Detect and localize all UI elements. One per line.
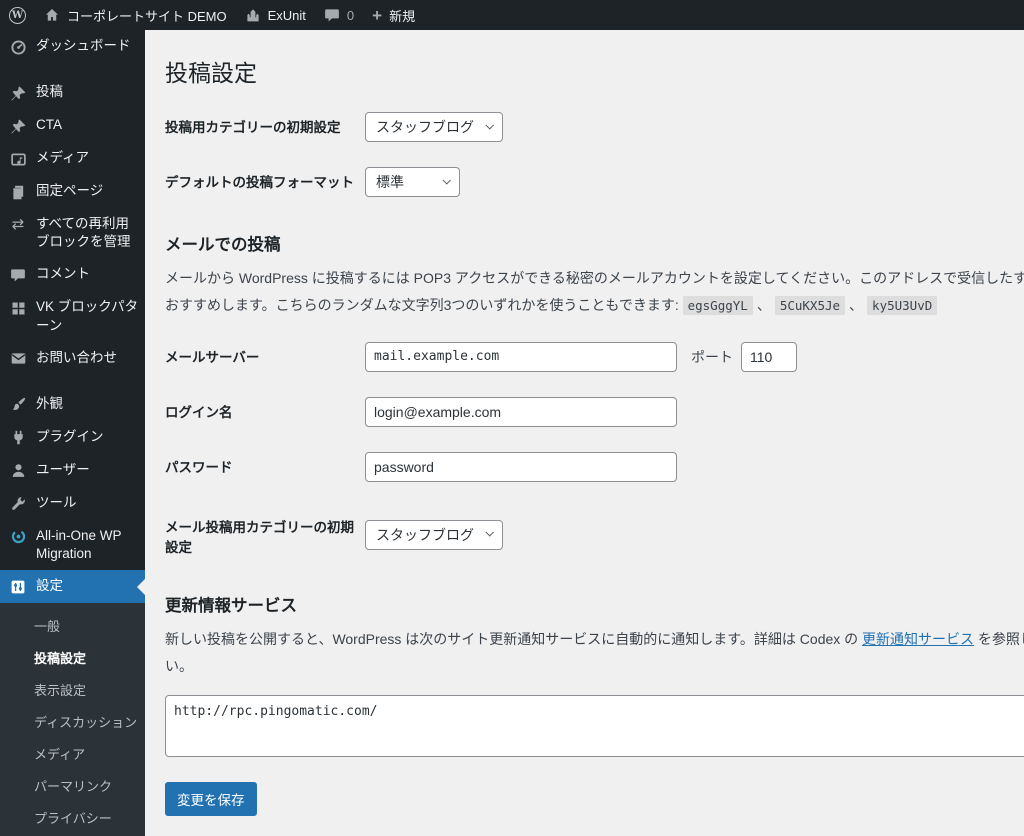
wordpress-menu[interactable]: W bbox=[0, 0, 35, 30]
wrench-icon bbox=[9, 495, 27, 513]
sidebar-item-comments[interactable]: コメント bbox=[0, 258, 145, 291]
password-input[interactable] bbox=[365, 451, 677, 482]
submenu-general[interactable]: 一般 bbox=[0, 609, 145, 641]
default-category-label: 投稿用カテゴリーの初期設定 bbox=[165, 120, 341, 135]
password-label: パスワード bbox=[165, 459, 233, 475]
user-icon bbox=[9, 462, 27, 480]
dashboard-icon bbox=[9, 38, 27, 56]
sidebar-item-posts[interactable]: 投稿 bbox=[0, 76, 145, 109]
mail-category-select[interactable]: スタッフブログ bbox=[365, 519, 503, 550]
comment-icon bbox=[9, 266, 27, 284]
envelope-icon bbox=[9, 350, 27, 368]
sidebar-item-plugins[interactable]: プラグイン bbox=[0, 421, 145, 454]
post-via-email-description: メールから WordPress に投稿するには POP3 アクセスができる秘密の… bbox=[165, 270, 1024, 316]
exunit-label: ExUnit bbox=[267, 7, 306, 23]
sidebar-item-vk-block-patterns[interactable]: VK ブロックパターン bbox=[0, 291, 145, 341]
page-title: 投稿設定 bbox=[165, 60, 257, 86]
sidebar-item-label: 外観 bbox=[36, 395, 63, 411]
mail-server-port-input[interactable] bbox=[741, 341, 797, 372]
port-label: ポート bbox=[691, 348, 733, 365]
login-name-label: ログイン名 bbox=[165, 404, 233, 420]
default-category-value: スタッフブログ bbox=[376, 119, 474, 135]
default-category-select[interactable]: スタッフブログ bbox=[365, 112, 503, 142]
mail-server-label: メールサーバー bbox=[165, 349, 260, 365]
default-format-select[interactable]: 標準 bbox=[365, 167, 460, 197]
pushpin-icon bbox=[9, 117, 27, 135]
sidebar-item-label: 設定 bbox=[36, 578, 63, 594]
sidebar-item-media[interactable]: メディア bbox=[0, 142, 145, 175]
sidebar-item-reusable-blocks[interactable]: ⇄ すべての再利用ブロックを管理 bbox=[0, 208, 145, 258]
mail-category-label: メール投稿用カテゴリーの初期設定 bbox=[165, 519, 354, 555]
mail-server-input[interactable] bbox=[365, 341, 677, 372]
loop-arrows-icon: ⇄ bbox=[11, 215, 25, 233]
current-menu-arrow bbox=[129, 578, 145, 595]
sidebar-item-contact[interactable]: お問い合わせ bbox=[0, 342, 145, 375]
pushpin-icon bbox=[9, 84, 27, 102]
site-name-link[interactable]: コーポレートサイト DEMO bbox=[35, 0, 236, 30]
submenu-reading[interactable]: 表示設定 bbox=[0, 673, 145, 705]
sidebar-item-label: ダッシュボード bbox=[36, 38, 131, 53]
wordpress-logo-icon: W bbox=[9, 6, 26, 24]
sidebar-item-label: CTA bbox=[36, 117, 62, 132]
sidebar-item-dashboard[interactable]: ダッシュボード bbox=[0, 30, 145, 63]
home-icon bbox=[44, 7, 60, 23]
sidebar-item-settings[interactable]: 設定 bbox=[0, 570, 145, 604]
sidebar-item-cta[interactable]: CTA bbox=[0, 109, 145, 142]
sidebar-item-label: VK ブロックパターン bbox=[36, 299, 139, 333]
sidebar-item-label: すべての再利用ブロックを管理 bbox=[36, 216, 131, 250]
sidebar-item-tools[interactable]: ツール bbox=[0, 487, 145, 520]
new-label: 新規 bbox=[389, 8, 416, 24]
secret-string-3: ky5U3UvD bbox=[867, 296, 938, 316]
sidebar-item-label: プラグイン bbox=[36, 428, 104, 444]
default-format-label: デフォルトの投稿フォーマット bbox=[165, 175, 354, 190]
sidebar-item-label: お問い合わせ bbox=[36, 349, 117, 365]
chevron-down-icon bbox=[485, 120, 494, 130]
site-name-label: コーポレートサイト DEMO bbox=[67, 8, 227, 24]
settings-sliders-icon bbox=[9, 578, 27, 596]
sidebar-item-ai1wm-migration[interactable]: All-in-One WP Migration bbox=[0, 520, 145, 570]
sidebar-item-label: 投稿 bbox=[36, 84, 63, 99]
sidebar-item-label: ツール bbox=[36, 494, 77, 510]
plus-icon: + bbox=[372, 5, 383, 25]
ping-services-textarea[interactable]: http://rpc.pingomatic.com/ bbox=[165, 694, 1024, 757]
comments-menu[interactable]: 0 bbox=[315, 0, 363, 30]
comment-count: 0 bbox=[346, 7, 355, 23]
admin-bar: W コーポレートサイト DEMO ExUnit 0 + 新規 bbox=[0, 0, 1024, 30]
sidebar-item-label: コメント bbox=[36, 266, 90, 282]
pages-icon bbox=[9, 183, 27, 201]
admin-sidebar: ダッシュボード 投稿 CTA メディア 固定ページ ⇄ すべての再利用ブロックを… bbox=[0, 30, 145, 836]
exunit-castle-icon bbox=[245, 7, 261, 23]
sidebar-item-label: ユーザー bbox=[36, 461, 90, 477]
grid-icon bbox=[9, 299, 27, 317]
sidebar-item-label: 固定ページ bbox=[36, 183, 104, 198]
submenu-writing[interactable]: 投稿設定 bbox=[0, 641, 145, 673]
update-services-heading: 更新情報サービス bbox=[165, 597, 297, 616]
post-via-email-heading: メールでの投稿 bbox=[165, 236, 281, 254]
sidebar-item-label: メディア bbox=[36, 150, 90, 165]
update-services-description: 新しい投稿を公開すると、WordPress は次のサイト更新通知サービスに自動的… bbox=[165, 631, 1024, 675]
exunit-menu[interactable]: ExUnit bbox=[236, 0, 315, 30]
submenu-media[interactable]: メディア bbox=[0, 737, 145, 769]
new-content-menu[interactable]: + 新規 bbox=[363, 0, 424, 30]
sidebar-item-appearance[interactable]: 外観 bbox=[0, 388, 145, 421]
secret-string-1: egsGggYL bbox=[682, 296, 753, 316]
migration-swirl-icon bbox=[9, 528, 27, 546]
chevron-down-icon bbox=[485, 528, 494, 537]
sidebar-item-pages[interactable]: 固定ページ bbox=[0, 175, 145, 208]
sidebar-item-users[interactable]: ユーザー bbox=[0, 454, 145, 487]
default-format-value: 標準 bbox=[376, 174, 404, 190]
sidebar-item-label: All-in-One WP Migration bbox=[36, 527, 122, 562]
plug-icon bbox=[9, 429, 27, 447]
submenu-discussion[interactable]: ディスカッション bbox=[0, 705, 145, 737]
save-changes-button[interactable]: 変更を保存 bbox=[165, 781, 257, 816]
chevron-down-icon bbox=[442, 175, 451, 185]
media-icon bbox=[9, 150, 27, 168]
main-content: 投稿設定 投稿用カテゴリーの初期設定 スタッフブログ デフォルトの投稿フォーマッ… bbox=[145, 30, 1024, 836]
secret-string-2: 5CuKX5Je bbox=[774, 296, 846, 316]
login-name-input[interactable] bbox=[365, 396, 677, 427]
update-services-link[interactable]: 更新通知サービス bbox=[862, 631, 974, 647]
mail-category-value: スタッフブログ bbox=[376, 526, 474, 543]
comment-icon bbox=[324, 7, 340, 23]
brush-icon bbox=[9, 396, 27, 414]
